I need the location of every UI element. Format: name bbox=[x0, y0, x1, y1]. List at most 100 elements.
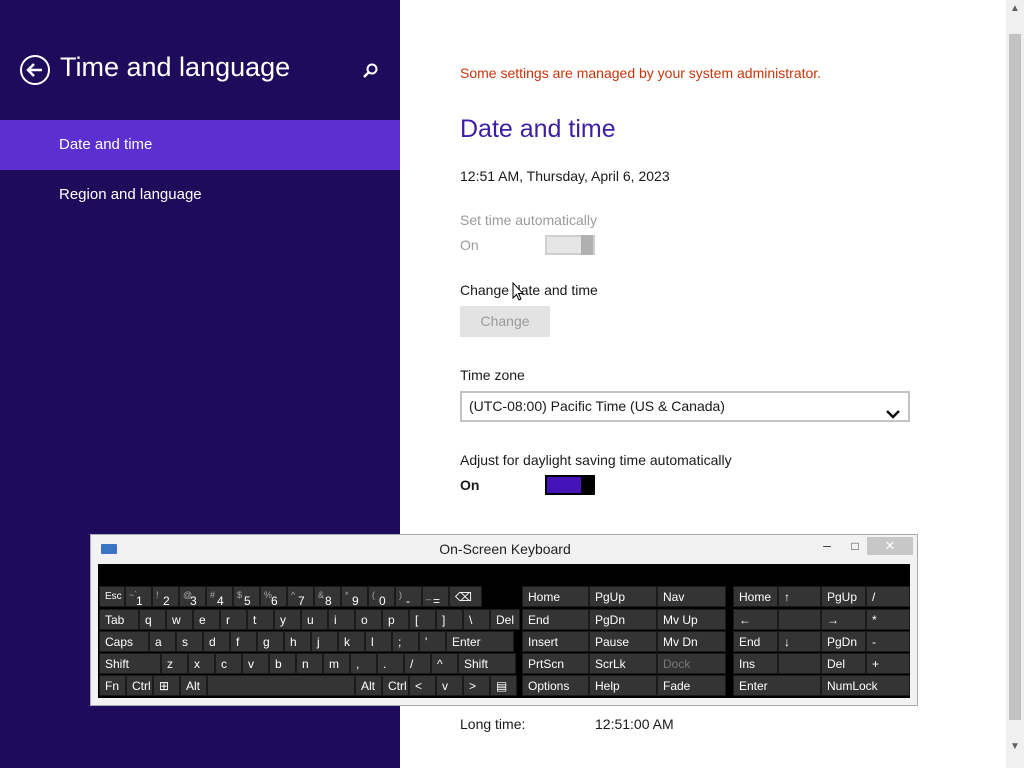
key-w[interactable]: w bbox=[166, 609, 193, 630]
key-caps[interactable]: Caps bbox=[99, 631, 149, 652]
key-1[interactable]: ~` 1 bbox=[125, 586, 152, 607]
key-enter[interactable]: Enter bbox=[446, 631, 514, 652]
key-z[interactable]: z bbox=[161, 653, 188, 674]
key-d[interactable]: d bbox=[203, 631, 230, 652]
key-mv-dn[interactable]: Mv Dn bbox=[657, 631, 726, 652]
key-home[interactable]: Home bbox=[522, 586, 589, 607]
key-][interactable]: ] bbox=[436, 609, 463, 630]
numpad-key-+[interactable]: + bbox=[866, 653, 910, 674]
key-fn[interactable]: Fn bbox=[99, 675, 126, 696]
key-,[interactable]: , bbox=[350, 653, 377, 674]
key-v[interactable]: v bbox=[242, 653, 269, 674]
key-^[interactable]: ^ bbox=[431, 653, 458, 674]
key-scrlk[interactable]: ScrLk bbox=[589, 653, 657, 674]
numpad-key-blank[interactable] bbox=[778, 609, 821, 630]
search-icon[interactable] bbox=[362, 62, 380, 80]
key-p[interactable]: p bbox=[382, 609, 409, 630]
key-l[interactable]: l bbox=[365, 631, 392, 652]
key-2[interactable]: ! 2 bbox=[152, 586, 179, 607]
numpad-key-blank[interactable] bbox=[778, 653, 821, 674]
numpad-key-↑[interactable]: ↑ bbox=[778, 586, 821, 607]
key-options[interactable]: Options bbox=[522, 675, 589, 696]
key-tab[interactable]: Tab bbox=[99, 609, 139, 630]
key-n[interactable]: n bbox=[296, 653, 323, 674]
maximize-button[interactable]: □ bbox=[843, 537, 867, 557]
dst-toggle[interactable] bbox=[545, 475, 595, 495]
key-o[interactable]: o bbox=[355, 609, 382, 630]
numpad-key-Home[interactable]: Home bbox=[733, 586, 778, 607]
key-3[interactable]: @3 bbox=[179, 586, 206, 607]
key-windows[interactable]: ⊞ bbox=[153, 675, 180, 696]
sidebar-item-region-and-language[interactable]: Region and language bbox=[0, 170, 400, 220]
key-ctrl-right[interactable]: Ctrl bbox=[382, 675, 409, 696]
key-prtscn[interactable]: PrtScn bbox=[522, 653, 589, 674]
numpad-key-*[interactable]: * bbox=[866, 609, 910, 630]
key-f[interactable]: f bbox=[230, 631, 257, 652]
key-shift-right[interactable]: Shift bbox=[458, 653, 516, 674]
key-down[interactable]: v bbox=[436, 675, 463, 696]
key-=[interactable]: _ = bbox=[422, 586, 449, 607]
key-5[interactable]: $5 bbox=[233, 586, 260, 607]
key-esc[interactable]: Esc bbox=[99, 586, 125, 607]
numpad-key-←[interactable]: ← bbox=[733, 609, 778, 630]
key-9[interactable]: * 9 bbox=[341, 586, 368, 607]
key-b[interactable]: b bbox=[269, 653, 296, 674]
key-.[interactable]: . bbox=[377, 653, 404, 674]
scroll-thumb[interactable] bbox=[1009, 34, 1021, 720]
key-q[interactable]: q bbox=[139, 609, 166, 630]
key-del[interactable]: Del bbox=[490, 609, 520, 630]
sidebar-item-date-and-time[interactable]: Date and time bbox=[0, 120, 400, 170]
key-k[interactable]: k bbox=[338, 631, 365, 652]
numpad-key-PgDn[interactable]: PgDn bbox=[821, 631, 866, 652]
key-pause[interactable]: Pause bbox=[589, 631, 657, 652]
numpad-key-numlock[interactable]: NumLock bbox=[821, 675, 910, 696]
key-4[interactable]: #4 bbox=[206, 586, 233, 607]
key-6[interactable]: % 6 bbox=[260, 586, 287, 607]
key-[[interactable]: [ bbox=[409, 609, 436, 630]
back-arrow-icon[interactable] bbox=[20, 55, 50, 85]
key-m[interactable]: m bbox=[323, 653, 350, 674]
key-g[interactable]: g bbox=[257, 631, 284, 652]
key-t[interactable]: t bbox=[247, 609, 274, 630]
key-/[interactable]: / bbox=[404, 653, 431, 674]
key--[interactable]: ) - bbox=[395, 586, 422, 607]
key-right[interactable]: > bbox=[463, 675, 490, 696]
key-alt-right[interactable]: Alt bbox=[355, 675, 382, 696]
key-7[interactable]: ^ 7 bbox=[287, 586, 314, 607]
key-nav[interactable]: Nav bbox=[657, 586, 726, 607]
key-u[interactable]: u bbox=[301, 609, 328, 630]
key-r[interactable]: r bbox=[220, 609, 247, 630]
key-a[interactable]: a bbox=[149, 631, 176, 652]
numpad-key-→[interactable]: → bbox=[821, 609, 866, 630]
minimize-button[interactable]: – bbox=[817, 537, 837, 557]
key-end[interactable]: End bbox=[522, 609, 589, 630]
numpad-key-↓[interactable]: ↓ bbox=[778, 631, 821, 652]
key-fade[interactable]: Fade bbox=[657, 675, 726, 696]
numpad-key-enter[interactable]: Enter bbox=[733, 675, 821, 696]
key-backspace[interactable]: ⌫ bbox=[449, 586, 482, 607]
numpad-key-End[interactable]: End bbox=[733, 631, 778, 652]
close-button[interactable]: ✕ bbox=[867, 537, 913, 555]
key-x[interactable]: x bbox=[188, 653, 215, 674]
key-'[interactable]: ' bbox=[419, 631, 446, 652]
numpad-key-/[interactable]: / bbox=[866, 586, 910, 607]
key-mv-up[interactable]: Mv Up bbox=[657, 609, 726, 630]
key-menu[interactable]: ▤ bbox=[490, 675, 517, 696]
key-j[interactable]: j bbox=[311, 631, 338, 652]
key-h[interactable]: h bbox=[284, 631, 311, 652]
key-pgdn[interactable]: PgDn bbox=[589, 609, 657, 630]
key-i[interactable]: i bbox=[328, 609, 355, 630]
key-alt-left[interactable]: Alt bbox=[180, 675, 207, 696]
key-left[interactable]: < bbox=[409, 675, 436, 696]
key-\[interactable]: \ bbox=[463, 609, 490, 630]
set-time-automatically-toggle[interactable] bbox=[545, 235, 595, 255]
scroll-up-icon[interactable]: ▲ bbox=[1006, 0, 1024, 18]
key-y[interactable]: y bbox=[274, 609, 301, 630]
key-8[interactable]: & 8 bbox=[314, 586, 341, 607]
key-e[interactable]: e bbox=[193, 609, 220, 630]
key-insert[interactable]: Insert bbox=[522, 631, 589, 652]
time-zone-select[interactable]: (UTC-08:00) Pacific Time (US & Canada) bbox=[460, 391, 910, 422]
scroll-down-icon[interactable]: ▼ bbox=[1006, 738, 1024, 756]
numpad-key-PgUp[interactable]: PgUp bbox=[821, 586, 866, 607]
key-help[interactable]: Help bbox=[589, 675, 657, 696]
